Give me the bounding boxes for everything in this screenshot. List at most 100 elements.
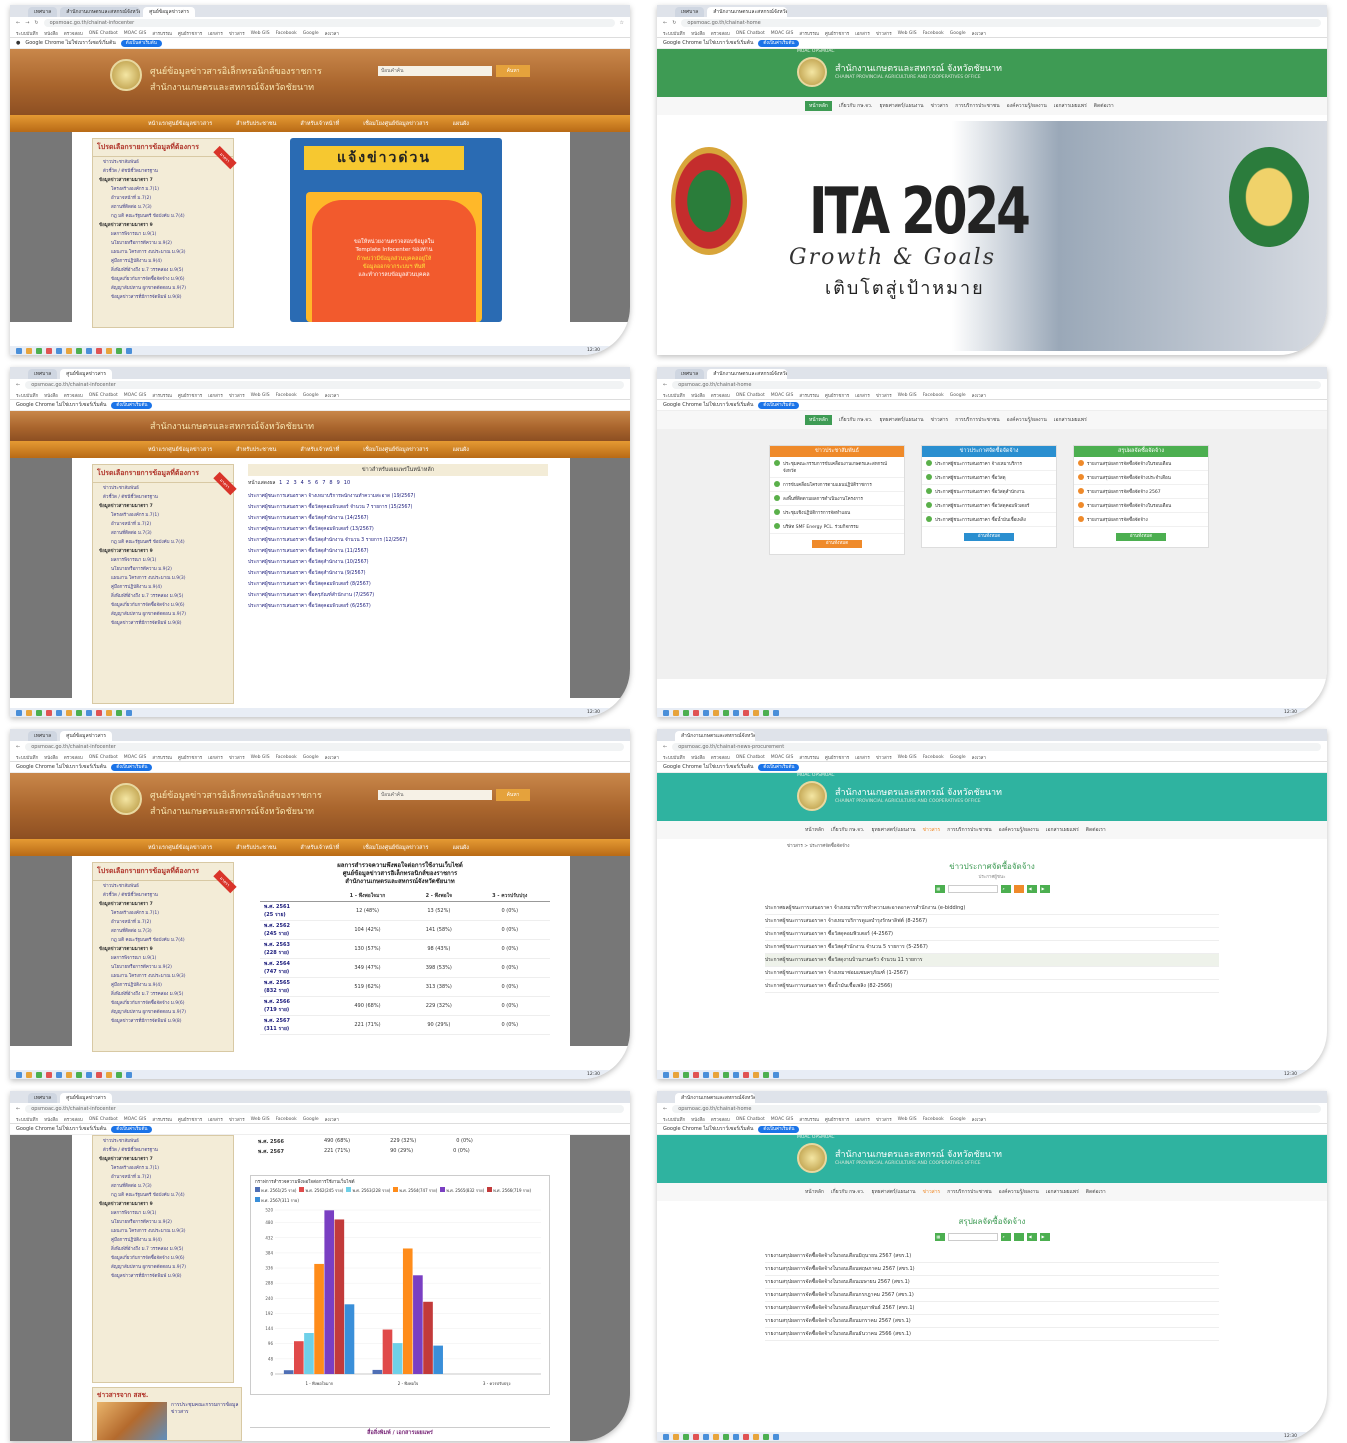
breadcrumb[interactable]: ข่าวสาร > ประกาศจัดซื้อจัดจ้าง [657,839,1327,852]
set-default-button[interactable]: ตั้งเป็นค่าเริ่มต้น [758,763,800,771]
nav-item[interactable]: เอกสารเผยแพร่ [1046,826,1079,834]
sidebar-item[interactable]: อำนาจหน้าที่ ม.7(2) [93,519,233,528]
address-bar[interactable]: opsmoac.go.th/chainat-home [672,1105,1321,1113]
nav-staff[interactable]: สำหรับเจ้าหน้าที่ [300,844,339,852]
bookmark-item[interactable]: ตรวจสอบ [711,1116,730,1123]
bookmark-item[interactable]: ลงเวลา [325,754,339,761]
set-default-button[interactable]: ตั้งเป็นค่าเริ่มต้น [111,763,153,771]
address-bar[interactable]: opsmoac.go.th/chainat-news-procurement [672,743,1321,751]
page-link[interactable]: 3 [293,480,296,486]
nav-item[interactable]: เอกสารเผยแพร่ [1046,1188,1079,1196]
taskbar-app-icon[interactable] [116,1071,122,1078]
list-item[interactable]: รายงานสรุปผลการจัดซื้อจัดจ้างในรอบเดือนม… [765,1315,1219,1328]
pr-text[interactable]: การประชุมคณะกรรมการข้อมูลข่าวสาร [171,1402,239,1415]
taskbar-app-icon[interactable] [693,709,699,716]
filter-icon[interactable]: ▦ [934,1233,945,1241]
taskbar-app-icon[interactable] [56,347,62,354]
sidebar-item[interactable]: อำนาจหน้าที่ ม.7(2) [93,917,233,926]
bookmark-item[interactable]: ระบบบันทึก [663,1116,685,1123]
bookmark-item[interactable]: ระบบบันทึก [16,392,38,399]
nav-item[interactable]: ติดต่อเรา [1086,826,1106,834]
bookmark-item[interactable]: ข่าวสาร [876,754,892,761]
publication-link[interactable]: สื่อสิ่งพิมพ์ / เอกสารเผยแพร่ [250,1427,550,1437]
bookmark-item[interactable]: สารบรรณ [799,754,819,761]
bookmark-item[interactable]: Facebook [923,755,944,760]
page-link[interactable]: 2 [286,480,289,486]
taskbar-app-icon[interactable] [56,1071,62,1078]
star-icon[interactable]: ☆ [620,20,624,26]
list-item[interactable]: รายงานสรุปผลการจัดซื้อจัดจ้างในรอบเดือนก… [765,1289,1219,1302]
taskbar-app-icon[interactable] [673,1071,679,1078]
sidebar-item[interactable]: ผลการพิจารณา ม.9(1) [93,953,233,962]
browser-tab-active[interactable]: ศูนย์ข้อมูลข่าวสาร [60,731,113,741]
sidebar-item[interactable]: คู่มือการปฏิบัติงาน ม.9(4) [93,256,233,265]
nav-item[interactable]: ข่าวสาร [931,416,949,424]
bookmark-item[interactable]: Facebook [276,393,297,398]
bookmark-item[interactable]: ONE Chatbot [736,393,765,398]
news-item[interactable]: ประกาศผู้ชนะการเสนอราคา ซื้อครุภัณฑ์สำนั… [248,589,548,600]
list-item[interactable]: รายงานสรุปผลการจัดซื้อจัดจ้างในรอบเดือนก… [765,1302,1219,1315]
nav-item[interactable]: เกี่ยวกับ กษ.จว. [839,102,873,110]
taskbar-app-icon[interactable] [36,347,42,354]
top-links[interactable]: MOAC OPSMOAC [797,49,835,54]
news-item[interactable]: ประกาศผู้ชนะการเสนอราคา ซื้อวัสดุสำนักงา… [248,545,548,556]
bookmark-item[interactable]: MOAC GIS [124,1117,147,1122]
page-link[interactable]: 9 [337,480,340,486]
bookmark-item[interactable]: Google [950,1117,966,1122]
news-item[interactable]: ประกาศผู้ชนะการเสนอราคา ซื้อวัสดุคอมพิวเ… [248,600,548,611]
nav-home[interactable]: หน้าแรกศูนย์ข้อมูลข่าวสาร [148,446,212,454]
list-item[interactable]: บริษัท SMF Energy PCL. ร่วมกิจกรรม [770,520,904,534]
address-bar[interactable]: opsmoac.go.th/chainat-infocenter [25,743,624,751]
list-item[interactable]: ประกาศผู้ชนะการเสนอราคา จ้างเหมาบริการดู… [765,915,1219,928]
taskbar-app-icon[interactable] [26,1071,32,1078]
set-default-button[interactable]: ตั้งเป็นค่าเริ่มต้น [111,1125,153,1133]
bookmark-item[interactable]: เอกสาร [208,754,223,761]
nav-item[interactable]: องค์ความรู้/ผลงาน [999,826,1039,834]
browser-tab-active[interactable]: สำนักงานเกษตรและสหกรณ์จังหวัด [707,369,788,379]
nav-item[interactable]: การบริการประชาชน [955,416,999,424]
bookmark-item[interactable]: Web GIS [251,1117,270,1122]
sidebar-item[interactable]: นโยบายหรือการตีความ ม.9(2) [93,962,233,971]
nav-item[interactable]: การบริการประชาชน [947,1188,991,1196]
taskbar-app-icon[interactable] [703,1433,709,1440]
bookmark-item[interactable]: ONE Chatbot [89,755,118,760]
bookmark-item[interactable]: ศูนย์ราชการ [825,392,849,399]
bookmark-item[interactable]: ตรวจสอบ [64,30,83,37]
sidebar-item[interactable]: ข้อมูลเกี่ยวกับการจัดซื้อจัดจ้าง ม.9(6) [93,274,233,283]
nav-sitemap[interactable]: แผนผัง [453,844,469,852]
bookmark-item[interactable]: สารบรรณ [152,392,172,399]
taskbar-app-icon[interactable] [743,1071,749,1078]
bookmark-item[interactable]: ลงเวลา [972,392,986,399]
list-item[interactable]: การขับเคลื่อนโครงการตามแผนปฏิบัติราชการ [770,478,904,492]
bookmark-item[interactable]: ข่าวสาร [229,30,245,37]
nav-links[interactable]: เชื่อมโยงศูนย์ข้อมูลข่าวสาร [363,844,428,852]
bookmark-item[interactable]: Google [950,31,966,36]
taskbar-app-icon[interactable] [673,1433,679,1440]
sidebar-item[interactable]: สิ่งพิมพ์ที่อ้างถึง ม.7 วรรคสอง ม.9(5) [93,591,233,600]
address-bar[interactable]: opsmoac.go.th/chainat-home [672,381,1321,389]
list-item[interactable]: รายงานสรุปผลการจัดซื้อจัดจ้างในรอบเดือนเ… [765,1276,1219,1289]
list-item[interactable]: รายงานสรุปผลการจัดซื้อจัดจ้างในรอบเดือน [1074,457,1208,471]
taskbar-app-icon[interactable] [96,709,102,716]
bookmark-item[interactable]: ตรวจสอบ [64,754,83,761]
taskbar-app-icon[interactable] [66,347,72,354]
bookmark-item[interactable]: MOAC GIS [771,393,794,398]
list-item[interactable]: ประกาศผู้ชนะการเสนอราคา ซื้อวัสดุคอมพิวเ… [765,928,1219,941]
taskbar-app-icon[interactable] [46,709,52,716]
bookmark-item[interactable]: ลงเวลา [972,30,986,37]
taskbar-app-icon[interactable] [663,709,669,716]
bookmark-item[interactable]: ศูนย์ราชการ [825,754,849,761]
list-item[interactable]: ประกาศผู้ชนะการเสนอราคา ซื้อน้ำมันเชื้อเ… [922,513,1056,527]
sidebar-item[interactable]: ข้อมูลข่าวสารตามมาตรา 7 [93,899,233,908]
bookmark-item[interactable]: ONE Chatbot [736,755,765,760]
list-item[interactable]: ประชุมเชิงปฏิบัติการการจัดทำแผน [770,506,904,520]
bookmark-item[interactable]: ข่าวสาร [229,1116,245,1123]
bookmark-item[interactable]: ศูนย์ราชการ [178,392,202,399]
taskbar-app-icon[interactable] [116,347,122,354]
bookmark-item[interactable]: ตรวจสอบ [64,1116,83,1123]
list-item[interactable]: ประกาศผู้ชนะการเสนอราคา ซื้อวัสดุ [922,471,1056,485]
sidebar-item[interactable]: สัญญาสัมปทาน ผูกขาดตัดตอน ม.9(7) [93,1262,233,1271]
taskbar-app-icon[interactable] [773,1433,779,1440]
taskbar-app-icon[interactable] [126,347,132,354]
browser-tab[interactable]: เทศบาล [28,7,58,17]
